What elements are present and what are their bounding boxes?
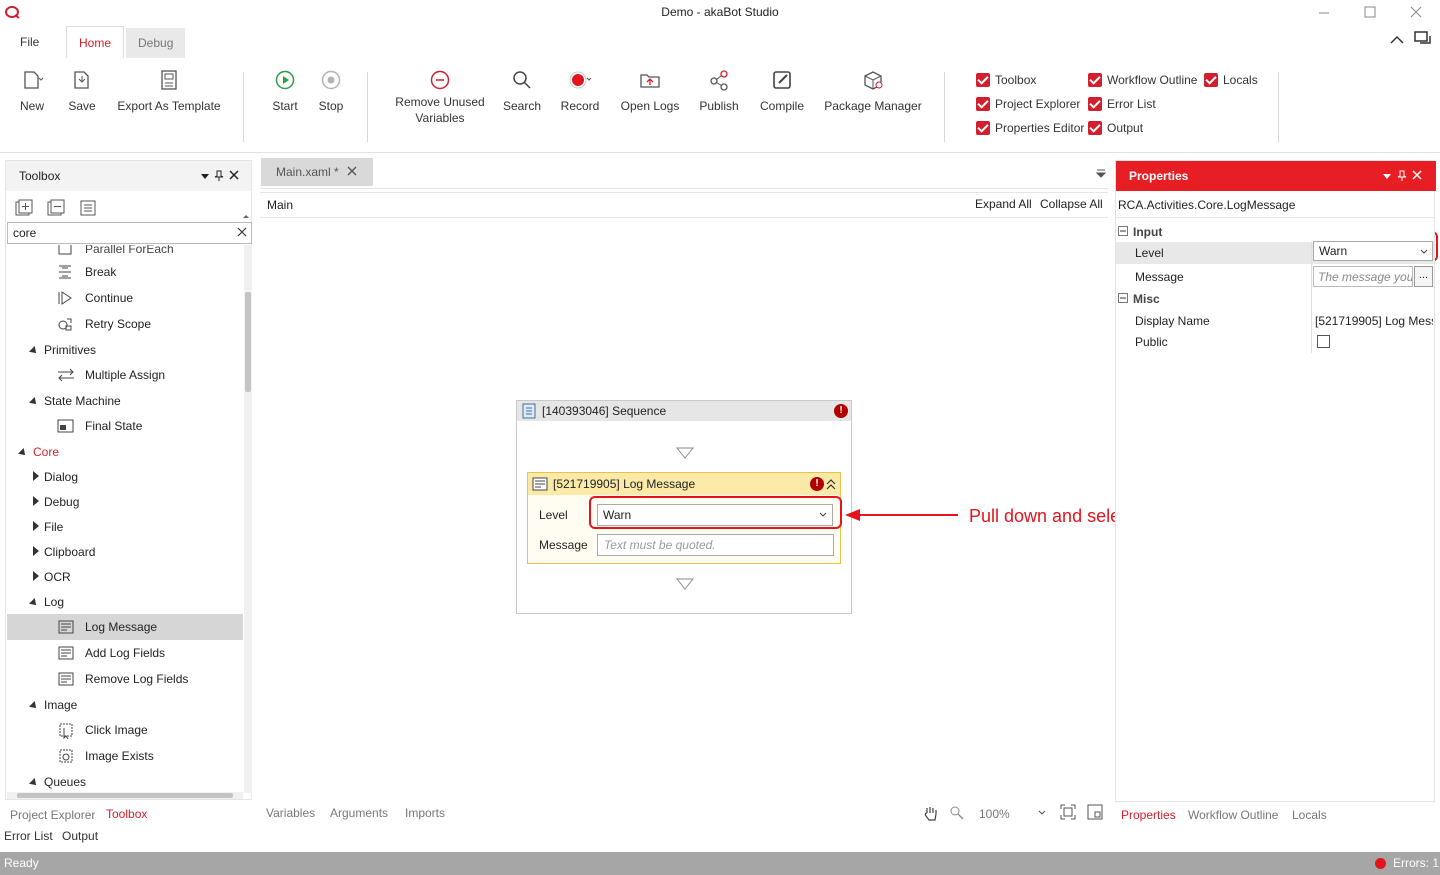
close-icon[interactable]: [1412, 170, 1422, 180]
arguments-tab[interactable]: Arguments: [330, 804, 388, 822]
public-checkbox[interactable]: [1317, 335, 1330, 348]
overview-map-icon[interactable]: [1087, 804, 1103, 820]
column-divider: [1311, 242, 1312, 353]
collapse-section-icon[interactable]: [1118, 293, 1128, 303]
display-name-value[interactable]: [521719905] Log Mess: [1315, 310, 1433, 332]
variables-tab[interactable]: Variables: [266, 804, 315, 822]
fit-screen-icon[interactable]: [1060, 804, 1076, 820]
expression-editor-button[interactable]: ...: [1414, 266, 1433, 287]
tab-locals[interactable]: Locals: [1292, 806, 1327, 824]
divider: [1116, 217, 1434, 218]
status-text: Ready: [4, 856, 39, 870]
imports-tab[interactable]: Imports: [405, 804, 445, 822]
property-row-display-name[interactable]: Display Name [521719905] Log Mess: [1116, 310, 1434, 332]
zoom-level[interactable]: 100%: [979, 805, 1010, 823]
pin-icon[interactable]: [1397, 170, 1407, 182]
properties-panel: Properties RCA.Activities.Core.LogMessag…: [1115, 160, 1436, 802]
tab-workflow-outline[interactable]: Workflow Outline: [1188, 806, 1278, 824]
property-row-public[interactable]: Public: [1116, 331, 1434, 353]
zoom-icon[interactable]: [949, 805, 965, 821]
property-type-name: RCA.Activities.Core.LogMessage: [1118, 198, 1296, 212]
status-bar: Ready Errors: 1: [0, 852, 1440, 875]
chevron-down-icon: [1420, 249, 1428, 255]
tab-properties[interactable]: Properties: [1121, 806, 1176, 824]
property-message-input[interactable]: The message you: [1313, 266, 1413, 287]
error-count[interactable]: Errors: 1: [1393, 852, 1439, 875]
section-misc[interactable]: Misc: [1116, 288, 1434, 310]
properties-header: Properties: [1116, 161, 1436, 191]
collapse-section-icon[interactable]: [1118, 226, 1128, 236]
section-input[interactable]: Input: [1116, 221, 1434, 243]
dropdown-arrow-icon[interactable]: [1382, 172, 1392, 180]
property-level-dropdown[interactable]: Warn: [1313, 241, 1433, 261]
hand-pan-icon[interactable]: [922, 804, 940, 822]
error-indicator-icon: [1375, 858, 1386, 869]
chevron-down-icon[interactable]: [1038, 810, 1046, 816]
